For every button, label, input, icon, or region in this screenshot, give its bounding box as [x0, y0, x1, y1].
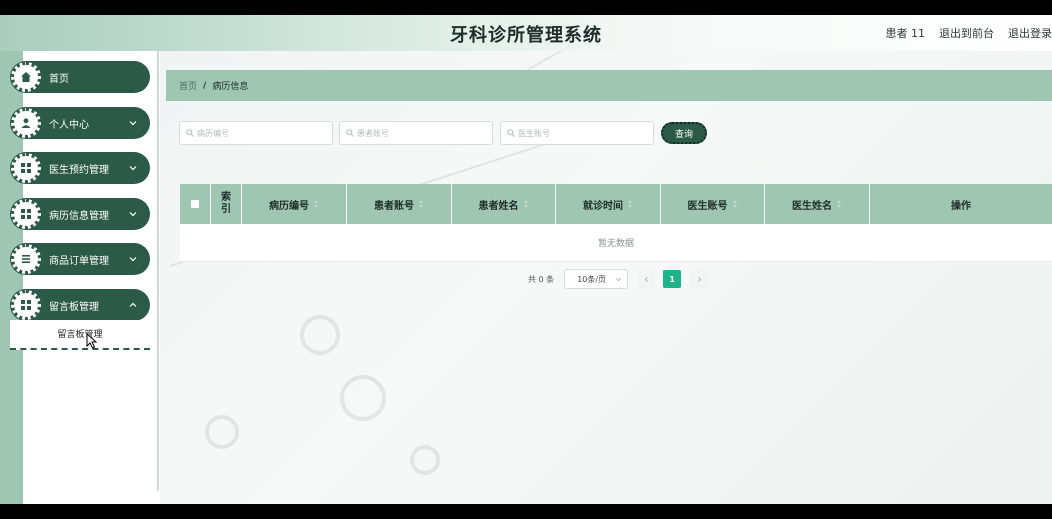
doctor-account-search-input[interactable]: 医生账号	[500, 121, 654, 145]
column-header-doctor-account[interactable]: 医生账号	[661, 184, 765, 224]
list-icon	[11, 244, 41, 274]
sidebar-item-label: 首页	[49, 73, 69, 85]
search-placeholder: 医生账号	[518, 128, 550, 138]
chevron-up-icon	[129, 302, 137, 307]
sort-icon[interactable]	[837, 200, 842, 208]
chevron-down-icon	[129, 212, 137, 217]
background-decoration	[410, 445, 440, 475]
breadcrumb-home[interactable]: 首页	[179, 79, 197, 92]
sidebar-item-label: 商品订单管理	[49, 255, 109, 267]
total-count: 共 0 条	[528, 274, 555, 284]
header-links: 患者 11 退出到前台 退出登录	[886, 25, 1052, 41]
chevron-left-icon	[644, 276, 648, 282]
breadcrumb: 首页 / 病历信息	[166, 70, 1052, 101]
submenu-item-message-board[interactable]: 留言板管理	[10, 320, 150, 350]
empty-text: 暂无数据	[597, 239, 634, 249]
sidebar-divider	[157, 51, 159, 491]
table-empty-row: 暂无数据	[180, 224, 1052, 262]
chevron-down-icon	[129, 257, 137, 262]
select-all-checkbox[interactable]	[191, 200, 199, 208]
background-decoration	[205, 415, 239, 449]
sidebar-item-messages[interactable]: 留言板管理	[10, 289, 150, 321]
next-page-button[interactable]	[690, 270, 709, 288]
select-all-cell	[180, 184, 211, 224]
chevron-right-icon	[697, 276, 701, 282]
search-placeholder: 病历编号	[197, 128, 229, 138]
patient-account-search-input[interactable]: 患者账号	[339, 121, 493, 145]
top-header: 牙科诊所管理系统 患者 11 退出到前台 退出登录	[0, 15, 1052, 51]
sidebar-item-label: 医生预约管理	[49, 164, 109, 176]
column-header-record-no[interactable]: 病历编号	[242, 184, 347, 224]
breadcrumb-separator: /	[203, 80, 207, 91]
sidebar-item-records[interactable]: 病历信息管理	[10, 198, 150, 230]
column-header-index: 索引	[211, 184, 242, 224]
background-decoration	[300, 315, 340, 355]
sort-icon[interactable]	[523, 200, 529, 208]
grid-icon	[11, 153, 41, 183]
column-header-patient-name[interactable]: 患者姓名	[452, 184, 556, 224]
sort-icon[interactable]	[419, 200, 424, 208]
column-header-doctor-name[interactable]: 医生姓名	[765, 184, 870, 224]
column-header-patient-account[interactable]: 患者账号	[347, 184, 452, 224]
sidebar-item-label: 病历信息管理	[49, 210, 109, 222]
mouse-cursor-icon	[86, 333, 98, 349]
logout-link[interactable]: 退出登录	[1008, 25, 1052, 41]
table-header: 索引 病历编号 患者账号 患者姓名 就诊时间 医生账号 医生姓名 操作	[180, 184, 1052, 224]
search-icon	[186, 129, 194, 137]
sort-icon[interactable]	[628, 200, 633, 208]
home-icon	[11, 62, 41, 92]
sort-icon[interactable]	[314, 200, 319, 208]
person-icon	[11, 108, 41, 138]
chevron-down-icon	[129, 166, 137, 171]
breadcrumb-current: 病历信息	[212, 82, 249, 92]
sidebar-item-orders[interactable]: 商品订单管理	[10, 243, 150, 275]
sidebar: 首页 个人中心 医生预约管理 病历信息管理 商品订单管理 留言板管理 留言板管理	[0, 51, 160, 504]
prev-page-button[interactable]	[637, 270, 656, 288]
column-header-visit-time[interactable]: 就诊时间	[556, 184, 661, 224]
user-label: 患者 11	[885, 27, 926, 40]
page-number-current[interactable]: 1	[663, 270, 682, 288]
pagination: 共 0 条 10条/页 1	[528, 269, 709, 289]
column-header-actions: 操作	[951, 200, 971, 212]
chevron-down-icon	[129, 121, 137, 126]
grid-icon	[11, 290, 41, 320]
query-button[interactable]: 查询	[661, 122, 707, 144]
back-to-front-link[interactable]: 退出到前台	[939, 25, 994, 41]
background-decoration	[340, 375, 386, 421]
sidebar-item-appointments[interactable]: 医生预约管理	[10, 152, 150, 184]
sidebar-item-label: 个人中心	[49, 119, 89, 131]
records-table: 索引 病历编号 患者账号 患者姓名 就诊时间 医生账号 医生姓名 操作 暂无数据	[180, 184, 1052, 262]
search-icon	[507, 129, 515, 137]
search-placeholder: 患者账号	[357, 128, 389, 138]
sidebar-item-label: 留言板管理	[49, 301, 99, 313]
sidebar-item-home[interactable]: 首页	[10, 61, 150, 93]
app-window: 牙科诊所管理系统 患者 11 退出到前台 退出登录 首页 个人中心 医生预约管理…	[0, 15, 1052, 504]
record-no-search-input[interactable]: 病历编号	[179, 121, 333, 145]
grid-icon	[11, 199, 41, 229]
search-icon	[346, 129, 354, 137]
chevron-down-icon	[616, 278, 622, 282]
sidebar-item-profile[interactable]: 个人中心	[10, 107, 150, 139]
page-size-select[interactable]: 10条/页	[564, 269, 629, 289]
sort-icon[interactable]	[732, 200, 738, 208]
